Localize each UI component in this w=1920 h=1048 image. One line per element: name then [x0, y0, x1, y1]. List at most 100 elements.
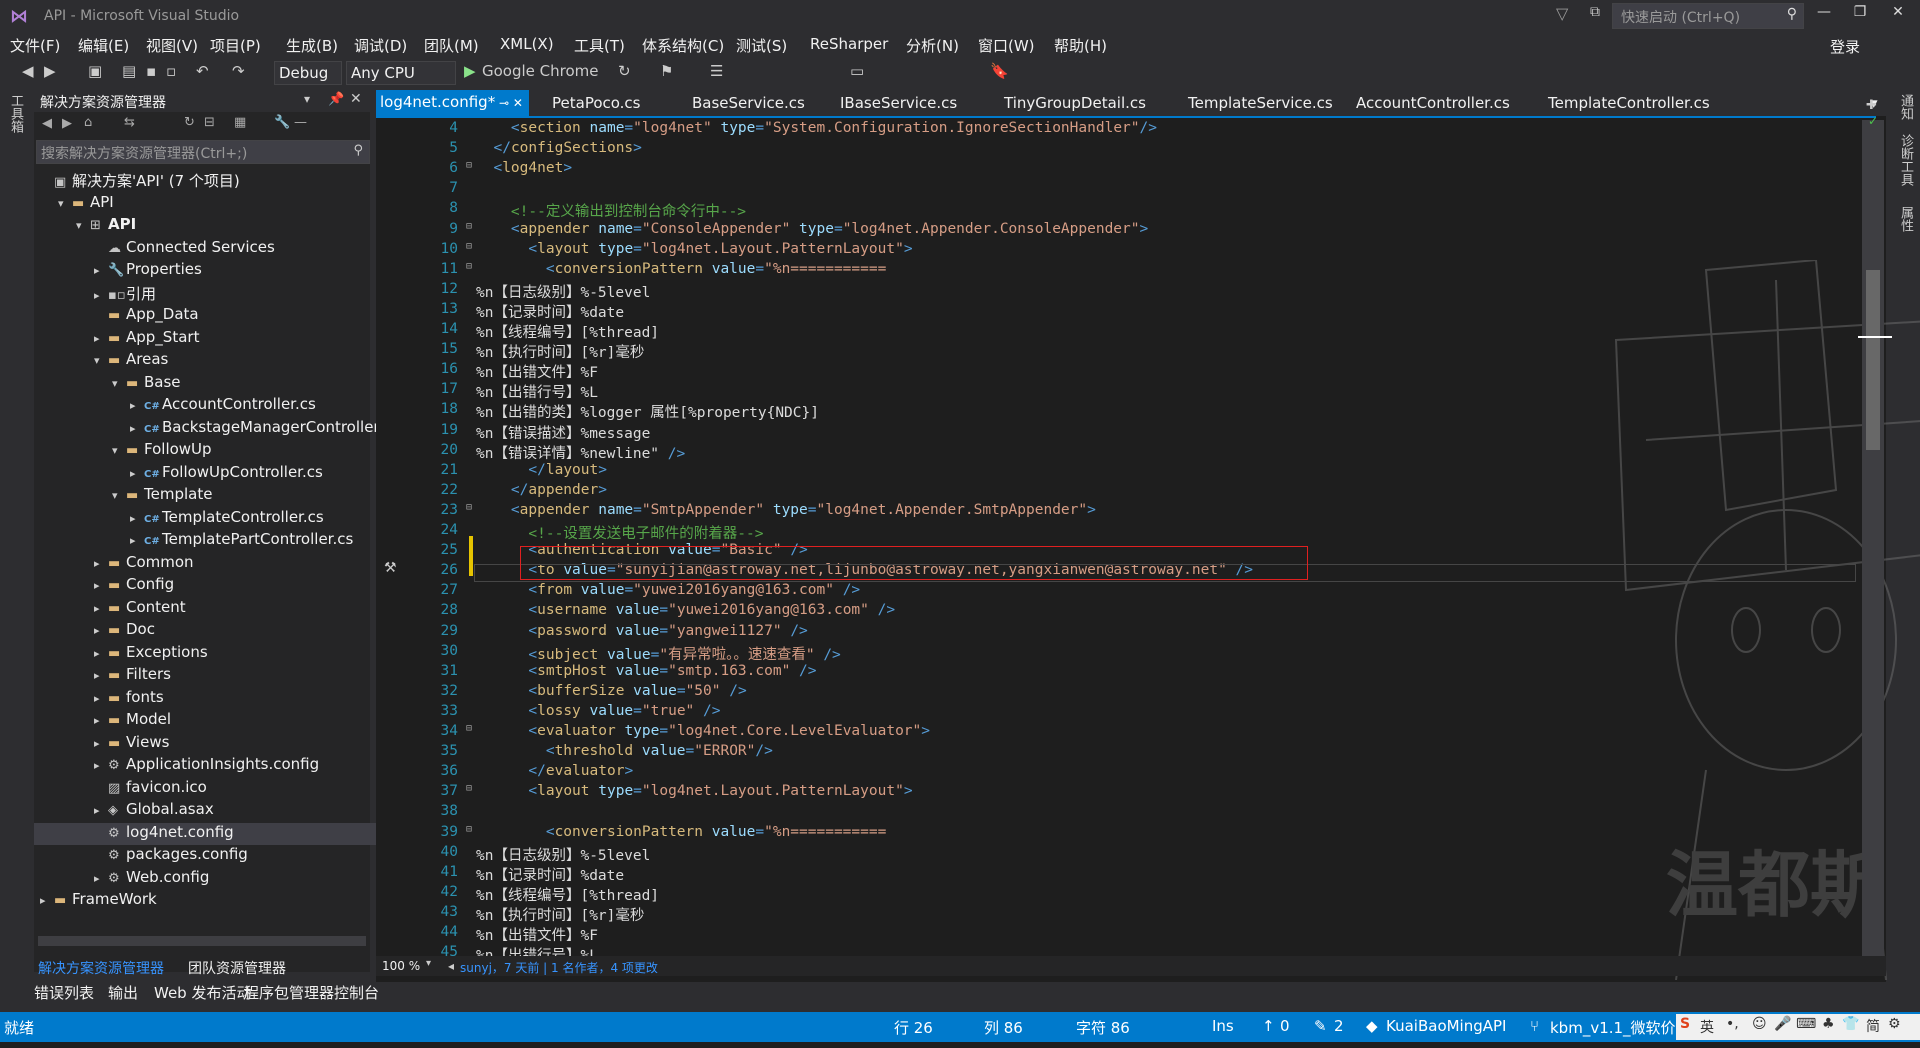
tab-7[interactable]: TemplateController.cs	[1548, 94, 1710, 112]
quick-launch-input[interactable]: 快速启动 (Ctrl+Q) ⚲	[1612, 3, 1804, 29]
tab-3[interactable]: IBaseService.cs	[840, 94, 957, 112]
chevron-right-icon[interactable]: ▸	[94, 714, 108, 727]
bottom-tab-1[interactable]: 输出	[108, 982, 138, 1003]
code-line[interactable]: %n【错误描述】%message	[476, 422, 650, 443]
tools-icon[interactable]: ⚙	[1888, 1016, 1901, 1032]
vertical-scrollbar[interactable]	[1858, 120, 1892, 956]
status-branch[interactable]: kbm_v1.1_微软价?	[1550, 1017, 1684, 1038]
tree-item[interactable]: ⚙ log4net.config	[34, 822, 424, 845]
tree-item[interactable]: ▾ ▬ Base	[112, 373, 181, 395]
tree-item[interactable]: ▾ ▬ Template	[112, 485, 212, 507]
microphone-icon[interactable]: 🎤	[1774, 1016, 1791, 1032]
code-line[interactable]: %n【执行时间】[%r]毫秒	[476, 341, 644, 362]
configuration-dropdown[interactable]: Debug	[274, 61, 342, 85]
status-edits-count[interactable]: 2	[1334, 1017, 1344, 1035]
close-panel-icon[interactable]: ✕	[350, 91, 362, 107]
chevron-right-icon[interactable]: ▸	[94, 669, 108, 682]
forward-nav-icon[interactable]: ▶	[44, 62, 56, 80]
fold-toggle-icon[interactable]: ⊟	[466, 160, 476, 171]
tree-item[interactable]: ▾ ▬ Areas	[94, 350, 168, 372]
code-line[interactable]: <password value="yangwei1127" />	[476, 623, 807, 639]
code-line[interactable]: %n【线程编号】[%thread]	[476, 884, 659, 905]
ime-simplified[interactable]: 简	[1866, 1016, 1880, 1036]
code-line[interactable]: <appender name="ConsoleAppender" type="l…	[476, 221, 1148, 237]
code-line[interactable]: <from value="yuwei2016yang@163.com" />	[476, 582, 860, 598]
code-line[interactable]: <bufferSize value="50" />	[476, 683, 746, 699]
code-line[interactable]: <layout type="log4net.Layout.PatternLayo…	[476, 783, 912, 799]
chevron-right-icon[interactable]: ▸	[94, 804, 108, 817]
tab-6[interactable]: AccountController.cs	[1356, 94, 1510, 112]
menu-item-11[interactable]: ReSharper	[810, 35, 888, 53]
code-line[interactable]: <username value="yuwei2016yang@163.com" …	[476, 602, 895, 618]
code-line[interactable]: <log4net>	[476, 160, 572, 176]
fold-toggle-icon[interactable]: ⊟	[466, 241, 476, 252]
toolbox-tab[interactable]: 工具箱	[6, 94, 25, 133]
fold-toggle-icon[interactable]: ⊟	[466, 783, 476, 794]
code-line[interactable]: %n【执行时间】[%r]毫秒	[476, 904, 644, 925]
status-project[interactable]: KuaiBaoMingAPI	[1386, 1017, 1506, 1035]
chevron-right-icon[interactable]: ▸	[94, 602, 108, 615]
tree-item[interactable]: ▸ C# BackstageManagerController	[130, 418, 380, 440]
comment-icon[interactable]: ▭	[850, 62, 864, 80]
chevron-right-icon[interactable]: ▸	[94, 872, 108, 885]
quick-action-icon[interactable]: ⚒	[384, 560, 397, 576]
tab-team-explorer[interactable]: 团队资源管理器	[188, 958, 286, 978]
code-line[interactable]: %n【错误详情】%newline" />	[476, 442, 685, 463]
bottom-tab-2[interactable]: Web 发布活动	[154, 982, 251, 1003]
code-line[interactable]: <!--定义输出到控制台命令行中-->	[476, 200, 746, 221]
code-line[interactable]: <lossy value="true" />	[476, 703, 720, 719]
code-line[interactable]: %n【线程编号】[%thread]	[476, 321, 659, 342]
skin-icon[interactable]: ♣	[1822, 1016, 1835, 1032]
fold-toggle-icon[interactable]: ⊟	[466, 502, 476, 513]
keyboard-icon[interactable]: ⌨	[1796, 1016, 1816, 1032]
code-line[interactable]: %n【出错行号】%L	[476, 944, 598, 956]
dropdown-arrow-icon[interactable]: ▾	[304, 92, 310, 106]
run-target-button[interactable]: Google Chrome	[482, 62, 599, 80]
tree-item[interactable]: ▸ ▬ Exceptions	[94, 643, 208, 665]
chevron-down-icon[interactable]: ▾	[112, 377, 126, 390]
tab-4[interactable]: TinyGroupDetail.cs	[1004, 94, 1146, 112]
code-line[interactable]: %n【日志级别】%-5level	[476, 844, 650, 865]
tree-item[interactable]: ▸ ▬ Views	[94, 733, 169, 755]
tab-2[interactable]: BaseService.cs	[692, 94, 805, 112]
solution-search-input[interactable]: 搜索解决方案资源管理器(Ctrl+;) ⚲	[36, 140, 370, 164]
tree-item[interactable]: ▸ C# AccountController.cs	[130, 395, 316, 417]
ime-language[interactable]: 英	[1700, 1017, 1714, 1037]
refresh-icon[interactable]: ↻	[184, 115, 195, 130]
code-line[interactable]: %n【出错的类】%logger 属性[%property{NDC}]	[476, 401, 819, 422]
code-line[interactable]: %n【出错文件】%F	[476, 361, 598, 382]
properties-icon[interactable]: ▦	[234, 115, 246, 130]
tab-1[interactable]: PetaPoco.cs	[552, 94, 641, 112]
collapse-all-icon[interactable]: ⊟	[204, 115, 215, 130]
tree-item[interactable]: ▸ ⚙ Web.config	[94, 868, 209, 890]
menu-item-10[interactable]: 测试(S)	[736, 35, 787, 56]
chevron-right-icon[interactable]: ▸	[94, 624, 108, 637]
new-project-icon[interactable]: ▣	[88, 62, 102, 80]
tree-item[interactable]: ▾ ▬ FollowUp	[112, 440, 212, 462]
scrollbar-thumb[interactable]	[1866, 270, 1880, 450]
tree-item[interactable]: ▸ ▬ Content	[94, 598, 186, 620]
chevron-down-icon[interactable]: ▾	[112, 444, 126, 457]
shirt-icon[interactable]: 👕	[1842, 1016, 1859, 1032]
menu-item-13[interactable]: 窗口(W)	[978, 35, 1035, 56]
chevron-down-icon[interactable]: ▾	[58, 197, 72, 210]
chevron-right-icon[interactable]: ▸	[94, 289, 108, 302]
play-icon[interactable]: ▶	[464, 62, 476, 80]
back-nav-icon[interactable]: ◀	[22, 62, 34, 80]
punctuation-icon[interactable]: •,	[1726, 1016, 1739, 1032]
code-line[interactable]: <conversionPattern value="%n===========	[476, 261, 886, 277]
tree-item[interactable]: ▸ ▪▫引用	[94, 283, 156, 305]
code-line[interactable]: </layout>	[476, 462, 607, 478]
code-line[interactable]: %n【日志级别】%-5level	[476, 281, 650, 302]
code-line[interactable]: <section name="log4net" type="System.Con…	[476, 120, 1157, 136]
chevron-down-icon[interactable]: ▾	[76, 219, 90, 232]
code-line[interactable]: <!--设置发送电子邮件的附着器-->	[476, 522, 763, 543]
menu-item-14[interactable]: 帮助(H)	[1054, 35, 1107, 56]
tree-item[interactable]: ▣ 解决方案'API' (7 个项目)	[40, 170, 240, 192]
bottom-tab-0[interactable]: 错误列表	[34, 982, 94, 1003]
bottom-tab-3[interactable]: 程序包管理器控制台	[244, 982, 379, 1003]
emoji-icon[interactable]: ☺	[1752, 1016, 1767, 1032]
chevron-right-icon[interactable]: ▸	[94, 737, 108, 750]
tree-item[interactable]: ▸ ▬ Filters	[94, 665, 171, 687]
menu-item-1[interactable]: 编辑(E)	[78, 35, 129, 56]
